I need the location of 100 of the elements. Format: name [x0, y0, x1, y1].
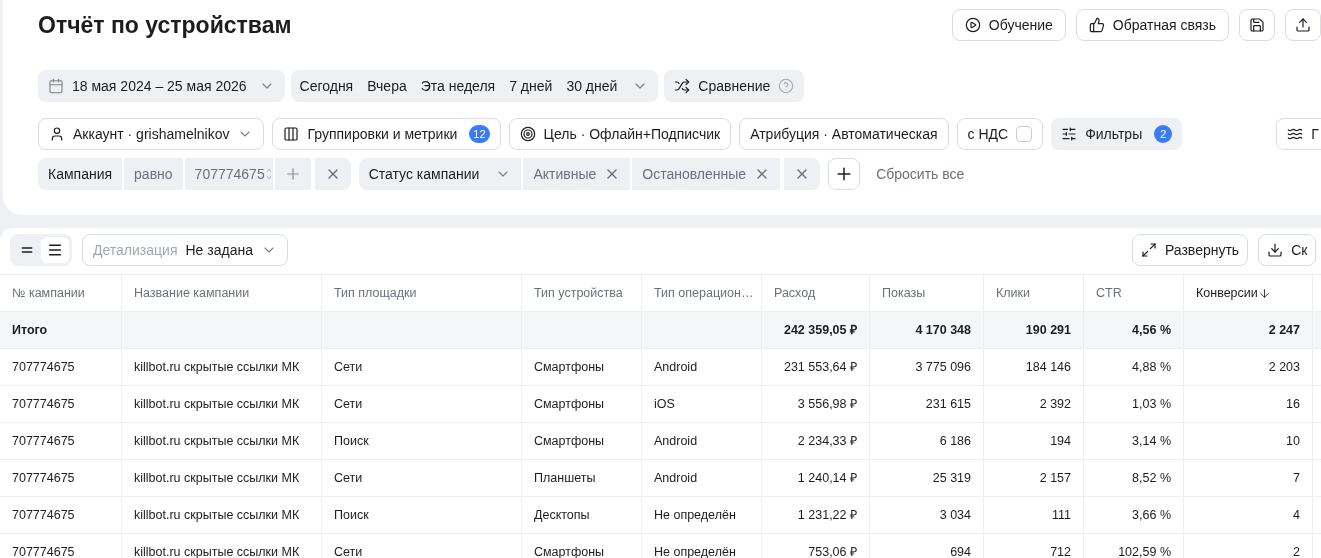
shuffle-icon	[674, 78, 691, 94]
column-header[interactable]: Тип площадки	[322, 275, 522, 311]
table-cell: 4	[1184, 497, 1313, 533]
table-cell: 707774675	[0, 386, 122, 422]
table-cell: Не определён	[642, 497, 762, 533]
table-cell: 2 234,33 ₽	[762, 423, 870, 459]
vat-toggle[interactable]: с НДС	[956, 118, 1044, 150]
table-cell: 1 240,14 ₽	[762, 460, 870, 496]
upload-icon	[1295, 17, 1311, 33]
table-cell: 102,59 %	[1084, 534, 1184, 558]
table-cell: 707774675	[0, 349, 122, 385]
column-header[interactable]: Показы	[870, 275, 984, 311]
table-cell: 16	[1184, 386, 1313, 422]
groupings-button[interactable]: Группировки и метрики 12	[272, 118, 501, 150]
column-header[interactable]: Название кампании	[122, 275, 322, 311]
table-cell: 2 392	[984, 386, 1084, 422]
column-header[interactable]: Конверсии	[1184, 275, 1313, 311]
chart-button[interactable]: Г	[1276, 118, 1321, 150]
table-cell: Android	[642, 460, 762, 496]
compare-button[interactable]: Сравнение	[664, 70, 805, 102]
total-cell: 2 247	[1184, 312, 1313, 348]
save-button[interactable]	[1239, 9, 1275, 41]
table-cell: 707774675	[0, 534, 122, 558]
table-cell: Поиск	[322, 423, 522, 459]
table-cell: Планшеты	[522, 460, 642, 496]
period-preset[interactable]: Сегодня	[292, 70, 361, 102]
attribution-selector[interactable]: Атрибуция · Автоматическая	[739, 118, 949, 150]
filter-value-chip[interactable]: Активные	[523, 158, 631, 190]
table-cell: Поиск	[322, 497, 522, 533]
table-cell: killbot.ru скрытые ссылки МК	[122, 497, 322, 533]
column-header[interactable]: Тип операцион…	[642, 275, 762, 311]
filter-value-field[interactable]: 707774675	[184, 158, 273, 190]
detail-value: Не задана	[185, 240, 253, 260]
help-icon	[778, 78, 795, 94]
period-preset[interactable]: Эта неделя	[413, 70, 503, 102]
page-title: Отчёт по устройствам	[38, 10, 292, 40]
account-selector[interactable]: Аккаунт · grishamelnikov	[38, 118, 265, 150]
download-button[interactable]: Ск	[1258, 234, 1317, 266]
table-cell: 2 157	[984, 460, 1084, 496]
table-cell: 753,06 ₽	[762, 534, 870, 558]
goal-selector[interactable]: Цель · Офлайн+Подписчик	[508, 118, 732, 150]
column-header[interactable]: CTR	[1084, 275, 1184, 311]
table-cell: 2	[1184, 534, 1313, 558]
table-cell: 707774675	[0, 497, 122, 533]
filter-operator[interactable]: равно	[124, 158, 183, 190]
play-icon	[964, 17, 981, 33]
table-cell: 231 553,64 ₽	[762, 349, 870, 385]
table-cell: 707774675	[0, 460, 122, 496]
view-option[interactable]	[41, 237, 69, 263]
add-filter-button[interactable]	[828, 158, 861, 190]
table-cell: 25 319	[870, 460, 984, 496]
header-button[interactable]: Обучение	[951, 9, 1066, 41]
expand-button[interactable]: Развернуть	[1131, 234, 1249, 266]
share-button[interactable]	[1285, 9, 1321, 41]
menu-icon	[47, 242, 63, 258]
download-icon	[1267, 242, 1284, 258]
detail-selector[interactable]: Детализация Не задана	[82, 234, 288, 266]
table-cell: 3,14 %	[1084, 423, 1184, 459]
date-range-picker[interactable]: 18 мая 2024 – 25 мая 2026	[38, 70, 285, 102]
table-cell: 4,88 %	[1084, 349, 1184, 385]
table-cell: 1 231,22 ₽	[762, 497, 870, 533]
table-cell: 707774675	[0, 423, 122, 459]
table-cell: Сети	[322, 349, 522, 385]
filter-field[interactable]: Кампания	[38, 158, 123, 190]
table-cell: 3 034	[870, 497, 984, 533]
period-preset[interactable]: Вчера	[360, 70, 414, 102]
table-cell: iOS	[642, 386, 762, 422]
filters-button[interactable]: Фильтры 2	[1051, 118, 1183, 150]
period-preset[interactable]: 30 дней	[559, 70, 625, 102]
table-cell: Не определён	[642, 534, 762, 558]
target-icon	[519, 126, 536, 142]
filter-field[interactable]: Статус кампании	[358, 158, 522, 190]
checkbox[interactable]	[1016, 126, 1033, 142]
table-cell: Android	[642, 349, 762, 385]
total-cell: 242 359,05 ₽	[762, 312, 870, 348]
detail-label: Детализация	[93, 240, 178, 260]
column-header[interactable]: Расход	[762, 275, 870, 311]
table-cell: 1,03 %	[1084, 386, 1184, 422]
count-badge: 12	[469, 125, 490, 143]
reset-all-link[interactable]: Сбросить все	[876, 163, 965, 185]
count-badge: 2	[1154, 125, 1173, 143]
period-preset[interactable]: 7 дней	[502, 70, 560, 102]
table-cell: Сети	[322, 460, 522, 496]
table-cell: 712	[984, 534, 1084, 558]
column-header[interactable]: № кампании	[0, 275, 122, 311]
table-cell: 7	[1184, 460, 1313, 496]
table-cell: 111	[984, 497, 1084, 533]
total-cell: 4,56 %	[1084, 312, 1184, 348]
waves-icon	[1287, 126, 1304, 142]
header-button[interactable]: Обратная связь	[1075, 9, 1229, 41]
table-cell: Смартфоны	[522, 534, 642, 558]
table-cell: 694	[870, 534, 984, 558]
table-cell: Смартфоны	[522, 386, 642, 422]
table-cell: Смартфоны	[522, 423, 642, 459]
user-icon	[49, 126, 65, 142]
filter-value-chip[interactable]: Остановленные	[632, 158, 781, 190]
column-header[interactable]: Тип устройства	[522, 275, 642, 311]
table-cell: Сети	[322, 534, 522, 558]
total-cell: 190 291	[984, 312, 1084, 348]
column-header[interactable]: Клики	[984, 275, 1084, 311]
